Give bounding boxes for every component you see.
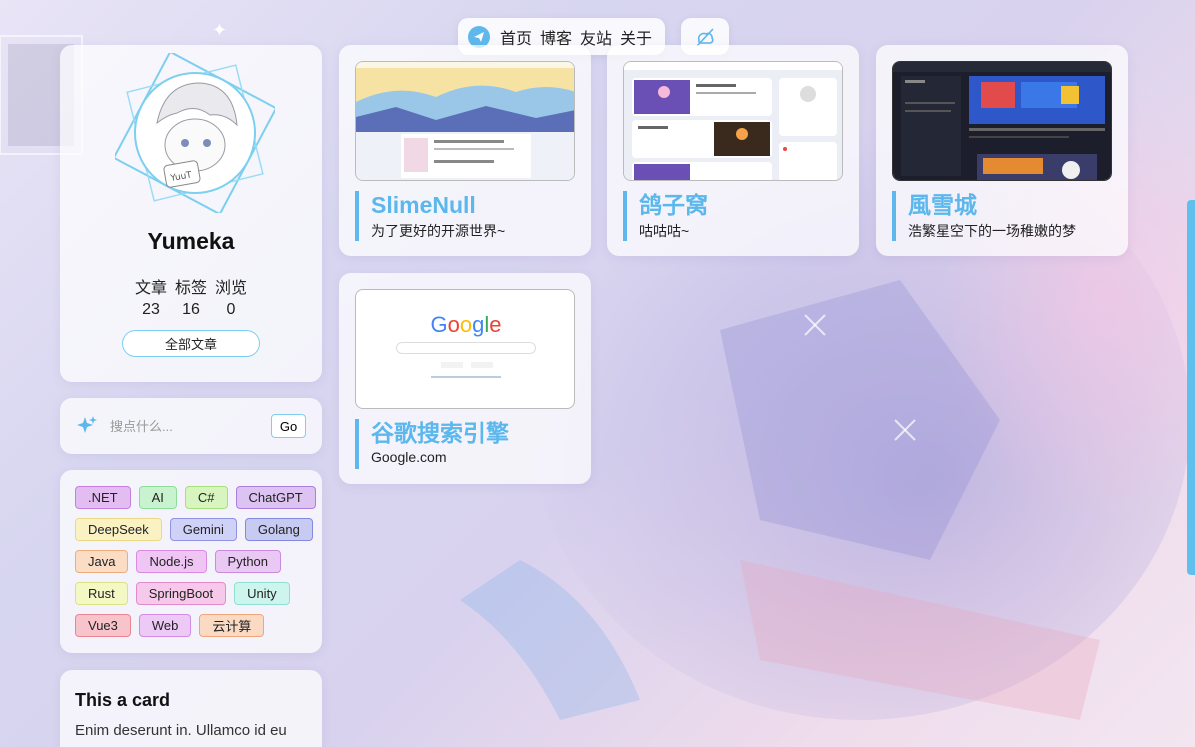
profile-stats: 文章 23 标签 16 浏览 0: [60, 274, 322, 319]
tag-row: Vue3 Web 云计算: [75, 614, 308, 637]
tag-chip[interactable]: DeepSeek: [75, 518, 162, 541]
stat-value: 16: [182, 301, 200, 318]
site-card-fengxuecheng[interactable]: 風雪城 浩繁星空下的一场稚嫩的梦: [876, 45, 1128, 256]
tag-row: Rust SpringBoot Unity: [75, 582, 308, 605]
site-title: 鸽子窝: [639, 192, 708, 218]
tag-chip[interactable]: Rust: [75, 582, 128, 605]
tag-chip[interactable]: SpringBoot: [135, 582, 227, 605]
site-title-block: 鸽子窝 咕咕咕~: [623, 191, 708, 241]
avatar[interactable]: YuuT: [112, 50, 278, 216]
site-title: SlimeNull: [371, 192, 476, 218]
tag-row: Java Node.js Python: [75, 550, 308, 573]
tag-chip[interactable]: Gemini: [169, 518, 237, 541]
site-thumbnail: [355, 61, 575, 181]
all-posts-button[interactable]: 全部文章: [122, 330, 260, 357]
site-card-slimenull[interactable]: SlimeNull 为了更好的开源世界~: [339, 45, 591, 256]
site-description: 为了更好的开源世界~: [371, 223, 506, 239]
site-card-gezi[interactable]: 鸽子窝 咕咕咕~: [607, 45, 859, 256]
tag-row: DeepSeek Gemini Golang: [75, 518, 313, 541]
search-go-button[interactable]: Go: [271, 414, 306, 438]
info-card-body: Enim deserunt in. Ullamco id eu: [75, 722, 287, 739]
google-logo: Google: [430, 312, 502, 337]
stat-views: 浏览 0: [214, 274, 248, 319]
info-card: This a card Enim deserunt in. Ullamco id…: [60, 670, 322, 747]
stat-label: 文章: [134, 280, 167, 297]
tag-chip[interactable]: Golang: [244, 518, 313, 541]
stat-posts: 文章 23: [134, 274, 168, 319]
site-title: 風雪城: [908, 192, 977, 218]
site-thumbnail: [892, 61, 1112, 181]
scrollbar[interactable]: [1187, 200, 1195, 575]
site-thumbnail: Google: [355, 289, 575, 409]
tag-chip[interactable]: ChatGPT: [235, 486, 316, 509]
svg-text:✦: ✦: [212, 20, 227, 41]
tag-chip[interactable]: C#: [184, 486, 228, 509]
tag-chip[interactable]: 云计算: [199, 614, 265, 637]
stat-tags: 标签 16: [174, 274, 208, 319]
tag-chip[interactable]: AI: [138, 486, 177, 509]
google-search-bar: [396, 342, 536, 354]
tag-cloud-card: .NET AI C# ChatGPT DeepSeek Gemini Golang Java N…: [60, 470, 322, 653]
site-description: 咕咕咕~: [639, 223, 690, 239]
site-card-google[interactable]: Google 谷歌搜索引擎 Google.com: [339, 273, 591, 484]
stat-label: 标签: [174, 280, 207, 297]
tag-chip[interactable]: Python: [214, 550, 282, 573]
search-input[interactable]: [110, 418, 260, 434]
stat-value: 23: [142, 301, 160, 318]
tag-chip[interactable]: Unity: [234, 582, 290, 605]
info-card-title: This a card: [75, 690, 171, 710]
stat-value: 0: [226, 301, 236, 318]
site-description: 浩繁星空下的一场稚嫩的梦: [908, 223, 1076, 239]
tag-chip[interactable]: Web: [138, 614, 192, 637]
tag-chip[interactable]: .NET: [75, 486, 131, 509]
tag-chip[interactable]: Vue3: [75, 614, 131, 637]
search-card: Go: [60, 398, 322, 454]
tag-chip[interactable]: Java: [75, 550, 129, 573]
profile-card: YuuT Yumeka 文章 23 标签 16 浏览 0 全部文章: [60, 45, 322, 382]
site-description: Google.com: [371, 449, 447, 465]
tag-row: .NET AI C# ChatGPT: [75, 486, 316, 509]
site-title-block: 風雪城 浩繁星空下的一场稚嫩的梦: [892, 191, 1076, 241]
site-title-block: 谷歌搜索引擎 Google.com: [355, 419, 509, 469]
sparkle-icon: [77, 416, 97, 433]
nav-link-friends[interactable]: 友站: [580, 25, 612, 49]
site-thumbnail: [623, 61, 843, 181]
site-title-block: SlimeNull 为了更好的开源世界~: [355, 191, 505, 241]
stat-label: 浏览: [214, 280, 247, 297]
tag-chip[interactable]: Node.js: [136, 550, 207, 573]
profile-name: Yumeka: [147, 228, 235, 254]
site-title: 谷歌搜索引擎: [371, 420, 509, 446]
